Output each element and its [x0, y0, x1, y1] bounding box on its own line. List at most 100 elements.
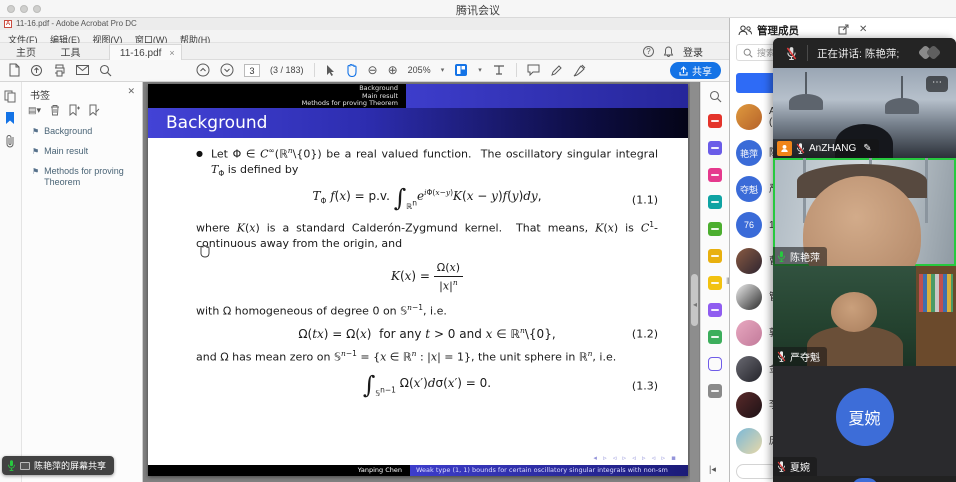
host-badge-icon: [777, 141, 792, 156]
slide-nav-accent: [406, 84, 688, 108]
attachments-icon[interactable]: [4, 134, 16, 148]
search-icon[interactable]: [99, 64, 112, 77]
slide-paragraph: where K(x) is a standard Calderón-Zygmun…: [196, 220, 658, 251]
print-production-icon[interactable]: [708, 330, 722, 344]
bookmark-item-background[interactable]: ⚑Background: [32, 126, 92, 137]
slide-nav-line: Methods for proving Theorem: [148, 100, 398, 108]
export-icon[interactable]: [30, 64, 43, 77]
zoom-level[interactable]: 205%: [408, 65, 431, 75]
page-view-icon[interactable]: [454, 63, 468, 77]
video-tile[interactable]: 夏婉 夏婉: [773, 366, 956, 476]
page-number-input[interactable]: 3: [244, 64, 260, 77]
expand-rail-icon[interactable]: |◂: [709, 464, 716, 475]
login-link[interactable]: 登录: [683, 44, 703, 59]
avatar: [736, 248, 762, 274]
slide-nav-line: Background: [148, 85, 398, 93]
avatar: 76: [736, 212, 762, 238]
comment-tool-icon[interactable]: [708, 276, 722, 290]
new-bookmark-icon[interactable]: [69, 104, 80, 116]
fill-sign-icon[interactable]: [573, 64, 587, 77]
page-thumbnails-icon[interactable]: [4, 90, 17, 103]
hand-tool-icon[interactable]: [345, 63, 358, 77]
share-screen-button[interactable]: 共享: [670, 62, 721, 79]
bookmark-icon: ⚑: [32, 126, 39, 137]
screen-share-toast[interactable]: 陈艳萍的屏幕共享: [2, 456, 114, 475]
video-panel-header: 正在讲话: 陈艳萍;: [773, 38, 956, 68]
zoom-in-icon[interactable]: ⊕: [388, 63, 398, 77]
equation-kernel: K(x) = Ω(x)|x|n: [196, 260, 658, 294]
tab-close-icon[interactable]: ×: [169, 48, 174, 58]
comment-icon[interactable]: [527, 64, 540, 76]
slide-page: Background Main result Methods for provi…: [148, 84, 688, 476]
close-panel-icon[interactable]: ✕: [859, 24, 867, 35]
mic-muted-icon: [777, 350, 786, 363]
mic-muted-icon: [777, 460, 786, 473]
panel-collapse-icon[interactable]: ◂: [693, 300, 697, 309]
export-pdf-icon[interactable]: [708, 141, 722, 155]
video-tile-partial[interactable]: [773, 476, 956, 482]
slide-footer-author: Yanping Chen: [148, 465, 410, 476]
slide-paragraph: with Ω homogeneous of degree 0 on 𝕊n−1, …: [196, 303, 658, 319]
ruler-tool-icon[interactable]: [492, 64, 506, 76]
save-icon[interactable]: [8, 63, 20, 77]
popout-panel-icon[interactable]: [838, 24, 849, 35]
zoom-caret-icon[interactable]: ▾: [441, 66, 445, 74]
create-pdf-icon[interactable]: [708, 114, 722, 128]
slide-footer: Yanping Chen Weak type (1, 1) bounds for…: [148, 465, 688, 476]
books: [919, 274, 953, 312]
page-view-caret-icon[interactable]: ▾: [478, 66, 482, 74]
document-scrollbar[interactable]: [690, 82, 699, 482]
print-icon[interactable]: [53, 64, 66, 77]
meeting-logo-icon: [916, 45, 946, 61]
more-options-button[interactable]: ⋯: [926, 76, 948, 92]
previous-page-icon[interactable]: [196, 63, 210, 77]
edit-pdf-icon[interactable]: [708, 168, 722, 182]
bell-icon[interactable]: [663, 46, 674, 58]
bookmarks-panel-icon[interactable]: [4, 111, 16, 125]
avatar: [736, 392, 762, 418]
avatar: 夺魁: [736, 176, 762, 202]
acrobat-body: 书签 ✕ ▤▾ ⚑Background ⚑Main result ⚑Method…: [0, 82, 729, 482]
equation-1: TΦ f(x) = p.v. ∫ℝneiΦ(x−y)K(x − y)f(y)dy…: [196, 186, 658, 212]
equation-tag: (1.3): [632, 378, 658, 393]
more-tools-icon[interactable]: [708, 384, 722, 398]
delete-bookmark-icon[interactable]: [50, 104, 60, 116]
video-tile-active-speaker[interactable]: 陈艳萍: [773, 158, 956, 266]
screen-icon: [20, 462, 30, 470]
bookmark-settings-icon[interactable]: [89, 104, 100, 116]
bookmarks-close-icon[interactable]: ✕: [127, 86, 135, 97]
bookmark-item-main-result[interactable]: ⚑Main result: [32, 146, 88, 157]
compress-pdf-icon[interactable]: [708, 249, 722, 263]
divider-handle-icon[interactable]: ‖: [726, 276, 730, 286]
combine-files-icon[interactable]: [708, 222, 722, 236]
beamer-navigation-icons[interactable]: ◂ ▹ ◃ ▹ ◃ ▹ ◃ ▹ ▪: [593, 454, 678, 462]
fill-sign-tool-icon[interactable]: [708, 303, 722, 317]
bookmarks-options-icon[interactable]: ▤▾: [28, 105, 41, 116]
search-tools-icon[interactable]: [709, 90, 722, 103]
next-page-icon[interactable]: [220, 63, 234, 77]
member-panel-footer-button[interactable]: [736, 464, 778, 479]
video-tile[interactable]: ⋯ AnZHANG ✎: [773, 68, 956, 158]
video-tile[interactable]: 严夺魁: [773, 266, 956, 366]
bookmark-icon: ⚑: [32, 166, 39, 188]
acrobat-tab-bar: 主页 工具 11-16.pdf× ? 登录: [0, 43, 729, 60]
slide-nav-header: Background Main result Methods for provi…: [148, 84, 688, 108]
protect-icon[interactable]: [708, 357, 722, 371]
zoom-out-icon[interactable]: ⊖: [368, 63, 378, 77]
avatar: 艳萍: [736, 140, 762, 166]
tools-rail: ◂ |◂: [700, 82, 729, 482]
help-icon[interactable]: ?: [643, 46, 654, 57]
bookmark-item-methods[interactable]: ⚑Methods for proving Theorem: [32, 166, 136, 188]
slide-footer-title: Weak type (1, 1) bounds for certain osci…: [410, 465, 688, 476]
rename-icon[interactable]: ✎: [863, 143, 871, 154]
bullet-icon: ●: [196, 146, 203, 179]
share-arrow-icon: [679, 66, 688, 76]
screen: 腾讯会议 A 11-16.pdf - Adobe Acrobat Pro DC …: [0, 0, 956, 482]
participant-name: 严夺魁: [790, 349, 820, 364]
email-icon[interactable]: [76, 65, 89, 75]
pencil-tool-icon[interactable]: [550, 64, 563, 77]
avatar: [736, 284, 762, 310]
organize-pages-icon[interactable]: [708, 195, 722, 209]
select-tool-icon[interactable]: [325, 64, 335, 77]
avatar: [852, 478, 878, 482]
